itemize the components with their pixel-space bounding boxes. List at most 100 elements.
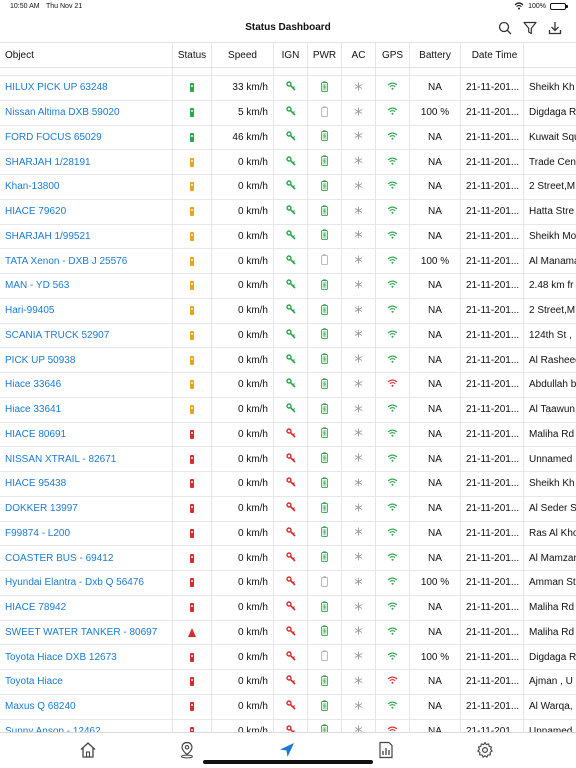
- table-row[interactable]: Sunny Ansop - 12462 0 km/h NA 21-11-201... U…: [0, 719, 576, 732]
- ignition-key-icon: [285, 725, 296, 732]
- filter-icon[interactable]: [523, 21, 537, 35]
- address-cell: Sheikh Kh: [529, 82, 575, 94]
- column-header-gps[interactable]: GPS: [376, 43, 410, 67]
- ignition-cell: [274, 348, 308, 372]
- table-row[interactable]: Hiace 33646 0 km/h NA 21-11-201... Abdullah …: [0, 373, 576, 398]
- power-battery-icon: [321, 254, 328, 268]
- table-row[interactable]: HILUX PICK UP 63248 33 km/h NA 21-11-201...…: [0, 76, 576, 101]
- vehicle-name-link[interactable]: F99874 - L200: [0, 521, 173, 546]
- table-row[interactable]: SCANIA TRUCK 52907 0 km/h NA 21-11-201... 12…: [0, 323, 576, 349]
- ignition-key-icon: [285, 254, 296, 268]
- vehicle-name-link[interactable]: Khan-13800: [0, 175, 173, 199]
- column-header-battery[interactable]: Battery: [410, 43, 461, 67]
- vehicle-name-link[interactable]: Hiace 33641: [0, 397, 173, 422]
- address-cell: Al Warqa,: [529, 701, 573, 713]
- ac-snowflake-icon: [354, 156, 363, 168]
- power-cell: [308, 521, 342, 546]
- settings-gear-icon[interactable]: [476, 741, 494, 759]
- column-header-address[interactable]: [524, 43, 576, 67]
- table-row[interactable]: SWEET WATER TANKER - 80697 0 km/h NA 21-11-…: [0, 620, 576, 646]
- vehicle-name-link[interactable]: SHARJAH 1/28191: [0, 150, 173, 174]
- vehicle-name-link[interactable]: SWEET WATER TANKER - 80697: [0, 620, 173, 645]
- table-row[interactable]: SHARJAH 1/99521 0 km/h NA 21-11-201... Sheik…: [0, 224, 576, 250]
- power-battery-icon: [321, 303, 328, 318]
- table-row[interactable]: HIACE 79620 0 km/h NA 21-11-201... Hatta Str…: [0, 199, 576, 225]
- table-row[interactable]: HIACE 95438 0 km/h NA 21-11-201... Sheikh Kh: [0, 472, 576, 497]
- vehicle-name-link[interactable]: HIACE 79620: [0, 199, 173, 224]
- table-row[interactable]: Toyota Hiace 0 km/h NA 21-11-201... Ajman , …: [0, 670, 576, 695]
- table-row[interactable]: SHARJAH 1/28191 0 km/h NA 21-11-201... Trade…: [0, 150, 576, 175]
- vehicle-name-link[interactable]: FORD FOCUS 65029: [0, 125, 173, 150]
- vehicle-name-link[interactable]: SHARJAH 1/99521: [0, 224, 173, 249]
- vehicle-name-link[interactable]: Toyota Hiace: [0, 670, 173, 694]
- table-row[interactable]: Khan-13800 0 km/h NA 21-11-201... 2 Street,M: [0, 175, 576, 200]
- table-row[interactable]: DOKKER 13997 0 km/h NA 21-11-201... Al Seder…: [0, 496, 576, 522]
- location-pin-icon[interactable]: [178, 741, 196, 759]
- address-cell: Maliha Rd: [529, 428, 575, 440]
- table-row[interactable]: Maxus Q 68240 0 km/h NA 21-11-201... Al Warq…: [0, 694, 576, 720]
- search-icon[interactable]: [498, 21, 512, 35]
- power-cell: [308, 397, 342, 422]
- ignition-key-icon: [285, 502, 296, 515]
- vehicle-name-link[interactable]: NISSAN XTRAIL - 82671: [0, 447, 173, 471]
- ac-snowflake-icon: [354, 181, 363, 193]
- battery-cell: NA: [410, 670, 461, 694]
- address-cell: Digdaga R: [529, 651, 576, 663]
- table-row[interactable]: Hari-99405 0 km/h NA 21-11-201... 2 Street,M: [0, 298, 576, 324]
- status-cell: [173, 125, 212, 150]
- table-row[interactable]: Hyundai Elantra - Dxb Q 56476 0 km/h 100 %…: [0, 571, 576, 596]
- vehicle-name-link[interactable]: SCANIA TRUCK 52907: [0, 323, 173, 348]
- power-cell: [308, 620, 342, 645]
- vehicle-name-link[interactable]: Hari-99405: [0, 298, 173, 323]
- navigation-arrow-icon[interactable]: [278, 741, 296, 759]
- vehicle-name-link[interactable]: Hiace 33646: [0, 373, 173, 397]
- vehicle-name-link[interactable]: Toyota Hiace DXB 12673: [0, 645, 173, 669]
- vehicle-name-link[interactable]: DOKKER 13997: [0, 496, 173, 521]
- vehicle-name-link[interactable]: COASTER BUS - 69412: [0, 546, 173, 570]
- report-icon[interactable]: [377, 741, 395, 759]
- table-row[interactable]: COASTER BUS - 69412 0 km/h NA 21-11-201... A…: [0, 546, 576, 571]
- column-header-speed[interactable]: Speed: [212, 43, 274, 67]
- table-row[interactable]: Nissan Altima DXB 59020 5 km/h 100 % 21-11-…: [0, 100, 576, 126]
- status-bar: 10:50 AM Thu Nov 21 100%: [0, 0, 576, 14]
- ignition-key-icon: [285, 601, 296, 614]
- address-cell: Trade Cent: [529, 156, 576, 168]
- column-header-pwr[interactable]: PWR: [308, 43, 342, 67]
- download-icon[interactable]: [548, 21, 562, 35]
- column-header-ac[interactable]: AC: [342, 43, 376, 67]
- vehicle-name-link[interactable]: Maxus Q 68240: [0, 694, 173, 719]
- vehicle-name-link[interactable]: PICK UP 50938: [0, 348, 173, 372]
- table-row[interactable]: NISSAN XTRAIL - 82671 0 km/h NA 21-11-201..…: [0, 447, 576, 472]
- table-row[interactable]: F99874 - L200 0 km/h NA 21-11-201... Ras Al …: [0, 521, 576, 547]
- power-battery-icon: [321, 229, 328, 243]
- column-header-datetime[interactable]: Date Time: [461, 43, 524, 67]
- vehicle-name-link[interactable]: Sunny Ansop - 12462: [0, 719, 173, 732]
- vehicle-name-link[interactable]: HIACE 78942: [0, 595, 173, 620]
- column-header-ign[interactable]: IGN: [274, 43, 308, 67]
- battery-cell: NA: [410, 175, 461, 199]
- home-icon[interactable]: [79, 741, 97, 759]
- ignition-cell: [274, 571, 308, 595]
- vehicle-name-link[interactable]: Hyundai Elantra - Dxb Q 56476: [0, 571, 173, 595]
- gps-cell: [376, 645, 410, 669]
- table-row[interactable]: Toyota Hiace DXB 12673 0 km/h 100 % 21-11-2…: [0, 645, 576, 670]
- vehicle-name-link[interactable]: Nissan Altima DXB 59020: [0, 100, 173, 125]
- nav-bar: Status Dashboard: [0, 14, 576, 42]
- status-cell: [173, 175, 212, 199]
- table-row[interactable]: PICK UP 50938 0 km/h NA 21-11-201... Al Rash…: [0, 348, 576, 373]
- ac-cell: [342, 224, 376, 249]
- vehicle-name-link[interactable]: TATA Xenon - DXB J 25576: [0, 249, 173, 273]
- vehicle-name-link[interactable]: HIACE 95438: [0, 472, 173, 496]
- column-header-object[interactable]: Object: [0, 43, 173, 67]
- vehicle-name-link[interactable]: HIACE 80691: [0, 422, 173, 447]
- table-row[interactable]: Hiace 33641 0 km/h NA 21-11-201... Al Taawun: [0, 397, 576, 423]
- vehicle-status-icon: [190, 182, 194, 192]
- vehicle-name-link[interactable]: HILUX PICK UP 63248: [0, 76, 173, 100]
- column-header-status[interactable]: Status: [173, 43, 212, 67]
- table-row[interactable]: HIACE 78942 0 km/h NA 21-11-201... Maliha Rd: [0, 595, 576, 621]
- table-row[interactable]: HIACE 80691 0 km/h NA 21-11-201... Maliha Rd: [0, 422, 576, 448]
- table-row[interactable]: MAN - YD 563 0 km/h NA 21-11-201... 2.48 km …: [0, 274, 576, 299]
- table-row[interactable]: FORD FOCUS 65029 46 km/h NA 21-11-201... Kuw…: [0, 125, 576, 151]
- table-row[interactable]: TATA Xenon - DXB J 25576 0 km/h 100 % 21-11…: [0, 249, 576, 274]
- vehicle-name-link[interactable]: MAN - YD 563: [0, 274, 173, 298]
